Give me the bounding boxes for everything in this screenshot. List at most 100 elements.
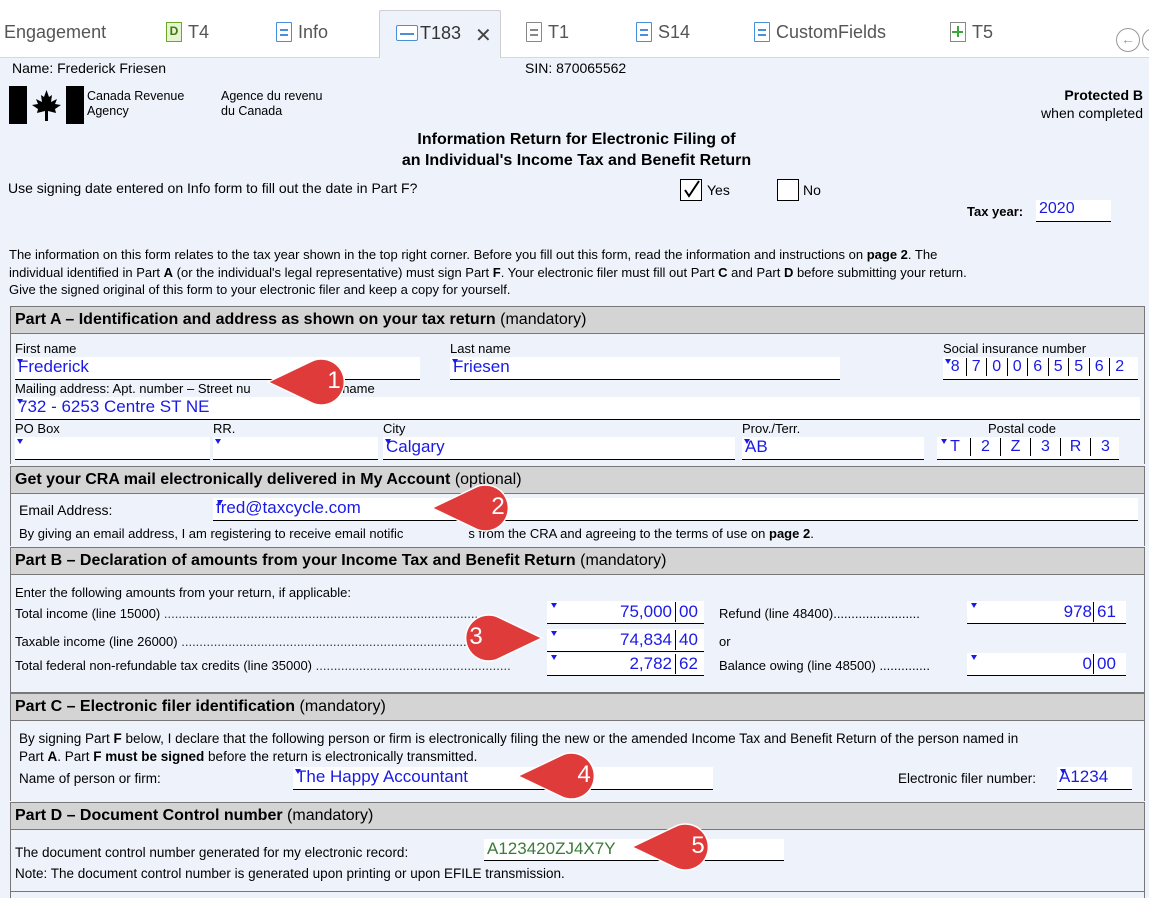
taxable-income-field[interactable]: 74,834 40 xyxy=(547,629,704,652)
rr-label: RR. xyxy=(213,421,236,436)
name-label: Name: xyxy=(12,60,54,76)
sin-label: SIN: xyxy=(525,60,553,76)
filer-number-field[interactable]: A1234 xyxy=(1057,767,1132,790)
leader-dots: ........................................… xyxy=(163,606,479,621)
part-a-title: Part A – Identification and address as s… xyxy=(15,311,496,328)
dropdown-marker-icon xyxy=(215,439,221,444)
cra-mail-title: Get your CRA mail electronically deliver… xyxy=(15,471,451,488)
po-box-field[interactable] xyxy=(15,437,210,460)
tab-t183[interactable]: T183 ✕ xyxy=(379,10,501,58)
tax-credits-field[interactable]: 2,782 62 xyxy=(547,653,704,676)
yes-checkbox[interactable] xyxy=(680,179,702,201)
balance-owing-field[interactable]: 0 00 xyxy=(967,653,1126,676)
part-d-title: Part D – Document Control number xyxy=(15,807,283,824)
agency-fr-line2: du Canada xyxy=(221,104,283,118)
declaration-bold: F must be signed xyxy=(93,749,205,764)
forward-arrow-icon[interactable] xyxy=(1142,28,1149,52)
digit-cell: 7 xyxy=(965,358,987,376)
tab-info[interactable]: Info xyxy=(276,10,328,58)
dropdown-marker-icon xyxy=(971,603,977,608)
province-field[interactable]: AB xyxy=(742,437,924,460)
form-icon xyxy=(396,25,418,41)
digit-cell: R xyxy=(1060,438,1090,456)
refund-field[interactable]: 978 61 xyxy=(967,601,1126,624)
digit-cell: 5 xyxy=(1068,358,1089,376)
declaration-bold: A xyxy=(47,749,58,764)
tax-credits-cents: 62 xyxy=(675,654,698,674)
callout-4: 4 xyxy=(516,752,614,800)
firm-name-field[interactable]: The Happy Accountant xyxy=(293,767,713,790)
no-label: No xyxy=(803,182,821,198)
declaration-segment: . Part xyxy=(57,749,94,764)
tax-credits-dollars: 2,782 xyxy=(629,654,672,673)
postal-code-label: Postal code xyxy=(988,421,1056,436)
email-field[interactable]: fred@taxcycle.com xyxy=(213,498,1138,521)
intro-text-segment: (or the individual's legal representativ… xyxy=(173,264,493,280)
dropdown-marker-icon xyxy=(971,655,977,660)
part-b-suffix: (mandatory) xyxy=(580,552,667,569)
dropdown-marker-icon xyxy=(385,439,391,444)
email-consent: By giving an email address, I am registe… xyxy=(19,526,814,541)
taxable-income-dollars: 74,834 xyxy=(620,630,672,649)
intro-text-segment: . The xyxy=(907,247,938,262)
intro-text-segment: . Your electronic filer must fill out Pa… xyxy=(500,264,719,280)
tax-year-field[interactable]: 2020 xyxy=(1036,200,1111,222)
digit-cell: 0 xyxy=(986,358,1007,376)
dropdown-marker-icon xyxy=(551,603,557,608)
dropdown-marker-icon xyxy=(17,439,23,444)
firm-name-value: The Happy Accountant xyxy=(296,767,469,786)
tab-bar: Engagement D T4 Info T183 ✕ T1 S14 Custo… xyxy=(0,0,1149,58)
document-icon xyxy=(754,22,770,42)
firm-name-label: Name of person or firm: xyxy=(19,771,161,786)
intro-line2: individual identified in Part A (or the … xyxy=(9,264,1149,282)
tab-s14[interactable]: S14 xyxy=(636,10,690,58)
agency-french: Agence du revenu du Canada xyxy=(221,89,322,119)
city-value: Calgary xyxy=(386,437,445,456)
declaration-segment: before the return is electronically tran… xyxy=(204,749,478,764)
tab-label: Info xyxy=(298,22,329,42)
part-d-header: Part D – Document Control number (mandat… xyxy=(10,802,1145,830)
dropdown-marker-icon xyxy=(452,359,458,364)
tab-t4[interactable]: D T4 xyxy=(166,10,209,58)
close-icon[interactable]: ✕ xyxy=(475,23,492,48)
refund-label-text: Refund (line 48400) xyxy=(719,606,834,621)
or-label: or xyxy=(719,634,731,649)
last-name-field[interactable]: Friesen xyxy=(450,357,840,380)
postal-code-field[interactable]: T2Z3R3 xyxy=(937,437,1119,460)
title-line2: an Individual's Income Tax and Benefit R… xyxy=(401,152,752,169)
tab-t1[interactable]: T1 xyxy=(526,10,569,58)
total-income-field[interactable]: 75,000 00 xyxy=(547,601,704,624)
back-arrow-icon[interactable]: ← xyxy=(1116,28,1140,52)
tab-customfields[interactable]: CustomFields xyxy=(754,10,886,58)
callout-2: 2 xyxy=(430,484,528,532)
declaration-segment: below, I declare that the following pers… xyxy=(121,731,1019,746)
intro-text-segment: individual identified in Part xyxy=(9,264,164,280)
city-field[interactable]: Calgary xyxy=(383,437,735,460)
tab-label: T1 xyxy=(548,22,570,42)
declaration-segment: By signing Part xyxy=(19,731,114,746)
callout-3: 3 xyxy=(446,614,544,662)
tab-label: Engagement xyxy=(4,22,107,42)
tab-t5[interactable]: T5 xyxy=(950,10,993,58)
sin-row: SIN: 870065562 xyxy=(525,60,626,76)
leader-dots: ............... xyxy=(875,658,929,673)
callout-1: 1 xyxy=(266,358,364,406)
intro-bold-segment: D xyxy=(783,264,794,280)
dropdown-marker-icon xyxy=(217,500,223,505)
mailing-address-field[interactable]: 732 - 6253 Centre ST NE xyxy=(15,397,1140,420)
row-label: Total federal non-refundable tax credits… xyxy=(15,658,313,673)
title-line1: Information Return for Electronic Filing… xyxy=(417,131,736,148)
protected-notice: Protected B when completed xyxy=(1041,86,1143,122)
intro-bold-segment: C xyxy=(718,264,728,280)
no-checkbox[interactable] xyxy=(777,179,799,201)
sin-field[interactable]: 870065562 xyxy=(943,357,1138,380)
city-label: City xyxy=(383,421,406,436)
tab-engagement[interactable]: Engagement xyxy=(4,10,106,58)
consent-bold-segment: page 2 xyxy=(769,526,811,541)
digit-cell: 3 xyxy=(1030,438,1060,456)
consent-text-segment: By giving an email address, I am registe… xyxy=(19,526,404,541)
intro-line1: The information on this form relates to … xyxy=(9,246,1149,264)
rr-field[interactable] xyxy=(213,437,378,460)
dropdown-marker-icon xyxy=(17,399,23,404)
part-a-header: Part A – Identification and address as s… xyxy=(10,306,1145,334)
